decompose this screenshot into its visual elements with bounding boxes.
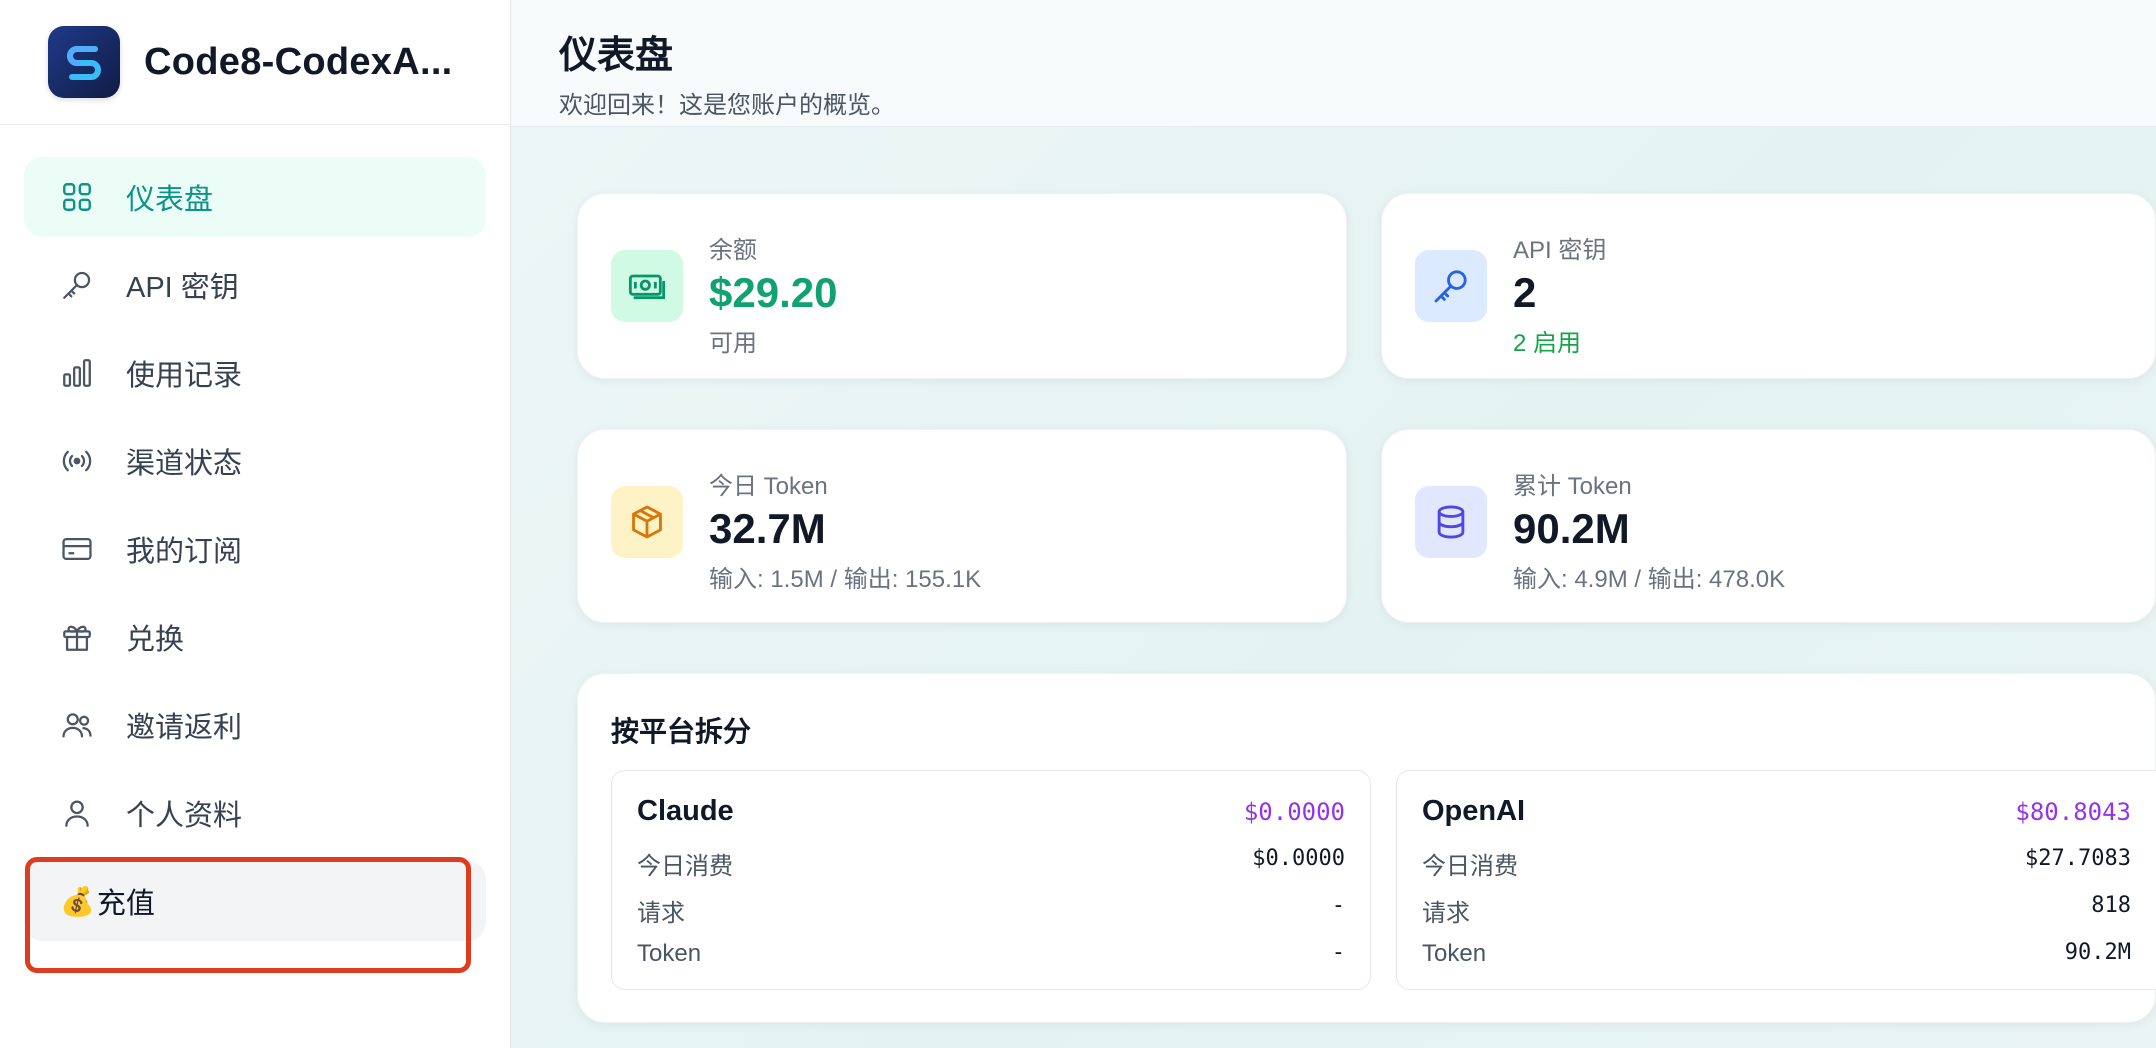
sidebar-item-label: 渠道状态 (126, 448, 243, 480)
sidebar-item-label: 兑换 (126, 624, 185, 656)
sidebar-item-subscription[interactable]: 我的订阅 (24, 509, 486, 589)
sidebar-item-channel-status[interactable]: 渠道状态 (24, 421, 486, 501)
page-subtitle: 欢迎回来！这是您账户的概览。 (559, 92, 895, 119)
total-token-sub: 输入: 4.9M / 输出: 478.0K (1513, 566, 1786, 593)
token-label: Token (637, 940, 702, 967)
sidebar-item-label: 使用记录 (126, 360, 243, 392)
requests-label: 请求 (1422, 900, 1470, 927)
sidebar-item-label: 个人资料 (126, 800, 243, 832)
platform-breakdown-card: 按平台拆分 Claude $0.0000 今日消费 $0.0000 请求 - T… (577, 673, 2156, 1023)
sidebar-item-profile[interactable]: 个人资料 (24, 773, 486, 853)
main-content: 仪表盘 欢迎回来！这是您账户的概览。 余额 $29.20 可用 API 密钥 2… (511, 0, 2156, 1048)
requests-value: 818 (2091, 893, 2131, 918)
sidebar-item-dashboard[interactable]: 仪表盘 (24, 157, 486, 237)
requests-value: - (1331, 893, 1345, 918)
sidebar-nav: 仪表盘 API 密钥 使用记录 渠道状态 我的订阅 兑换 邀请返利 个人资料 💰… (0, 125, 510, 941)
today-cost-label: 今日消费 (637, 853, 733, 880)
api-keys-label: API 密钥 (1513, 237, 1607, 264)
bar-chart-icon (58, 354, 96, 392)
page-header: 仪表盘 欢迎回来！这是您账户的概览。 (511, 0, 2156, 127)
credit-card-icon (58, 530, 96, 568)
api-keys-sub: 2 启用 (1513, 330, 1582, 357)
sidebar-item-label: 邀请返利 (126, 712, 243, 744)
platform-cost: $0.0000 (1243, 797, 1345, 826)
total-token-label: 累计 Token (1513, 473, 1632, 500)
platform-name: OpenAI (1422, 795, 1526, 827)
key-icon (58, 266, 96, 304)
sidebar-item-usage[interactable]: 使用记录 (24, 333, 486, 413)
balance-card: 余额 $29.20 可用 (577, 193, 1347, 379)
requests-label: 请求 (637, 900, 685, 927)
api-keys-card: API 密钥 2 2 启用 (1381, 193, 2156, 379)
platform-card-openai: OpenAI $80.8043 今日消费 $27.7083 请求 818 Tok… (1396, 770, 2156, 990)
today-cost-value: $0.0000 (1252, 846, 1345, 871)
cube-icon (611, 486, 683, 558)
gift-icon (58, 618, 96, 656)
token-label: Token (1422, 940, 1487, 967)
user-icon (58, 794, 96, 832)
today-token-value: 32.7M (709, 505, 826, 552)
balance-value: $29.20 (709, 269, 838, 316)
platform-breakdown-title: 按平台拆分 (611, 716, 752, 747)
sidebar: Code8-CodexA... 仪表盘 API 密钥 使用记录 渠道状态 我的订… (0, 0, 511, 1048)
today-cost-label: 今日消费 (1422, 853, 1518, 880)
brand[interactable]: Code8-CodexA... (0, 0, 510, 125)
sidebar-item-redeem[interactable]: 兑换 (24, 597, 486, 677)
token-value: - (1331, 940, 1345, 965)
sidebar-item-label: 仪表盘 (126, 184, 214, 216)
sidebar-item-api-keys[interactable]: API 密钥 (24, 245, 486, 325)
banknote-icon (611, 250, 683, 322)
today-token-card: 今日 Token 32.7M 输入: 1.5M / 输出: 155.1K (577, 429, 1347, 623)
sidebar-item-referral[interactable]: 邀请返利 (24, 685, 486, 765)
users-icon (58, 706, 96, 744)
balance-sub: 可用 (709, 330, 757, 357)
page-title: 仪表盘 (559, 35, 674, 77)
token-value: 90.2M (2064, 940, 2131, 965)
grid-icon (58, 178, 96, 216)
api-keys-value: 2 (1513, 269, 1537, 316)
platform-name: Claude (637, 795, 734, 827)
platform-cost: $80.8043 (2015, 797, 2131, 826)
sidebar-item-label: 我的订阅 (126, 536, 243, 568)
money-bag-icon: 💰 (60, 885, 95, 917)
app-logo (48, 26, 120, 98)
today-cost-value: $27.7083 (2025, 846, 2131, 871)
today-token-label: 今日 Token (709, 473, 828, 500)
sidebar-item-label: 充值 (96, 888, 155, 920)
today-token-sub: 输入: 1.5M / 输出: 155.1K (709, 566, 982, 593)
brand-name: Code8-CodexA... (144, 40, 453, 83)
broadcast-icon (58, 442, 96, 480)
sidebar-item-label: API 密钥 (126, 272, 239, 304)
database-icon (1415, 486, 1487, 558)
sidebar-item-topup[interactable]: 💰 充值 (24, 861, 486, 941)
total-token-card: 累计 Token 90.2M 输入: 4.9M / 输出: 478.0K (1381, 429, 2156, 623)
key-icon (1415, 250, 1487, 322)
logo-s-mark (67, 46, 101, 80)
total-token-value: 90.2M (1513, 505, 1630, 552)
platform-card-claude: Claude $0.0000 今日消费 $0.0000 请求 - Token - (611, 770, 1371, 990)
balance-label: 余额 (709, 237, 757, 264)
